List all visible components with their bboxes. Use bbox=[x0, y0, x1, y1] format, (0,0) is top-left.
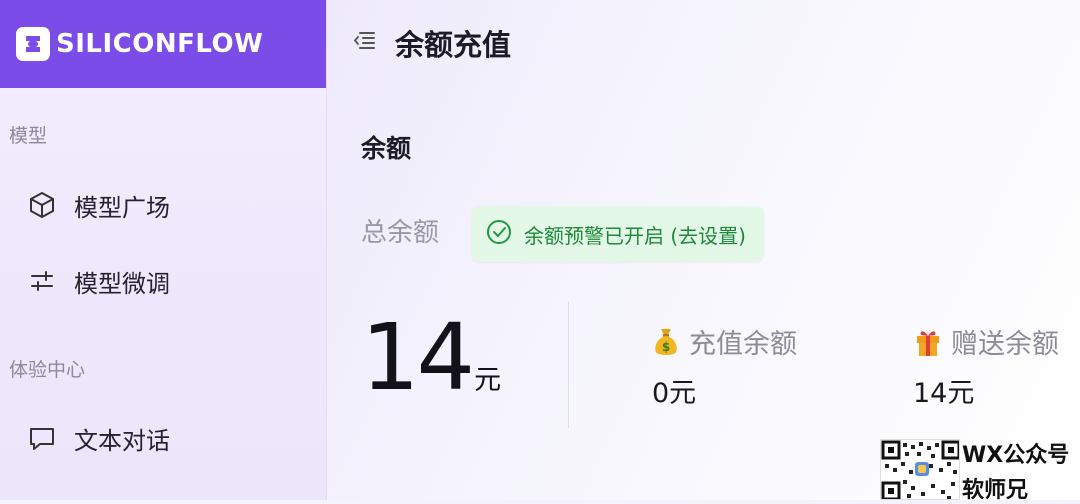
sidebar-item-label: 模型广场 bbox=[74, 193, 170, 222]
siliconflow-logo-icon bbox=[16, 27, 50, 61]
recharge-balance-header: $ 充值余额 bbox=[651, 322, 797, 361]
check-circle-icon bbox=[486, 219, 512, 249]
gift-balance-header: 赠送余额 bbox=[913, 322, 1059, 361]
chat-bubble-icon bbox=[26, 422, 58, 454]
sidebar-item-model-square[interactable]: 模型广场 bbox=[26, 185, 170, 225]
main-content: 余额充值 余额 总余额 余额预警已开启 (去设置) 14 元 $ 充值余额 0元 bbox=[327, 0, 1080, 500]
recharge-balance-value: 0元 bbox=[652, 378, 697, 409]
gift-balance-value: 14元 bbox=[913, 378, 975, 409]
money-bag-icon: $ bbox=[651, 326, 681, 358]
watermark: WX公众号 软师兄 bbox=[880, 437, 1080, 503]
top-bar: 余额充值 bbox=[327, 0, 1080, 88]
sidebar-group-models: 模型 bbox=[9, 125, 48, 147]
sidebar-item-label: 模型微调 bbox=[74, 269, 170, 298]
gift-balance-label: 赠送余额 bbox=[951, 329, 1059, 360]
cube-icon bbox=[26, 189, 58, 221]
total-balance-label: 总余额 bbox=[361, 218, 440, 248]
gift-icon bbox=[913, 326, 943, 358]
balance-section-title: 余额 bbox=[361, 134, 412, 163]
sidebar-item-label: 文本对话 bbox=[74, 426, 170, 455]
sidebar-item-text-chat[interactable]: 文本对话 bbox=[26, 418, 170, 458]
balance-alert-badge[interactable]: 余额预警已开启 (去设置) bbox=[472, 206, 764, 262]
watermark-line1: WX公众号 bbox=[962, 443, 1070, 468]
watermark-line2: 软师兄 bbox=[962, 478, 1029, 503]
svg-text:$: $ bbox=[662, 340, 670, 354]
total-balance-amount: 14 元 bbox=[361, 312, 501, 404]
sidebar-item-model-finetune[interactable]: 模型微调 bbox=[26, 261, 170, 301]
sidebar-group-experience: 体验中心 bbox=[9, 359, 86, 381]
divider bbox=[568, 302, 569, 428]
total-balance-unit: 元 bbox=[474, 365, 502, 396]
qr-code-icon bbox=[880, 439, 960, 500]
page-title: 余额充值 bbox=[395, 28, 512, 62]
balance-alert-text: 余额预警已开启 (去设置) bbox=[524, 223, 746, 248]
total-balance-value: 14 bbox=[361, 304, 475, 411]
recharge-balance-label: 充值余额 bbox=[689, 329, 797, 360]
brand-header[interactable]: SILICONFLOW bbox=[0, 0, 326, 88]
brand-name: SILICONFLOW bbox=[56, 29, 264, 59]
sidebar: SILICONFLOW 模型 模型广场 模型微调 体验中心 文本对话 bbox=[0, 0, 327, 500]
collapse-menu-icon[interactable] bbox=[351, 27, 377, 53]
sliders-icon bbox=[26, 265, 58, 297]
